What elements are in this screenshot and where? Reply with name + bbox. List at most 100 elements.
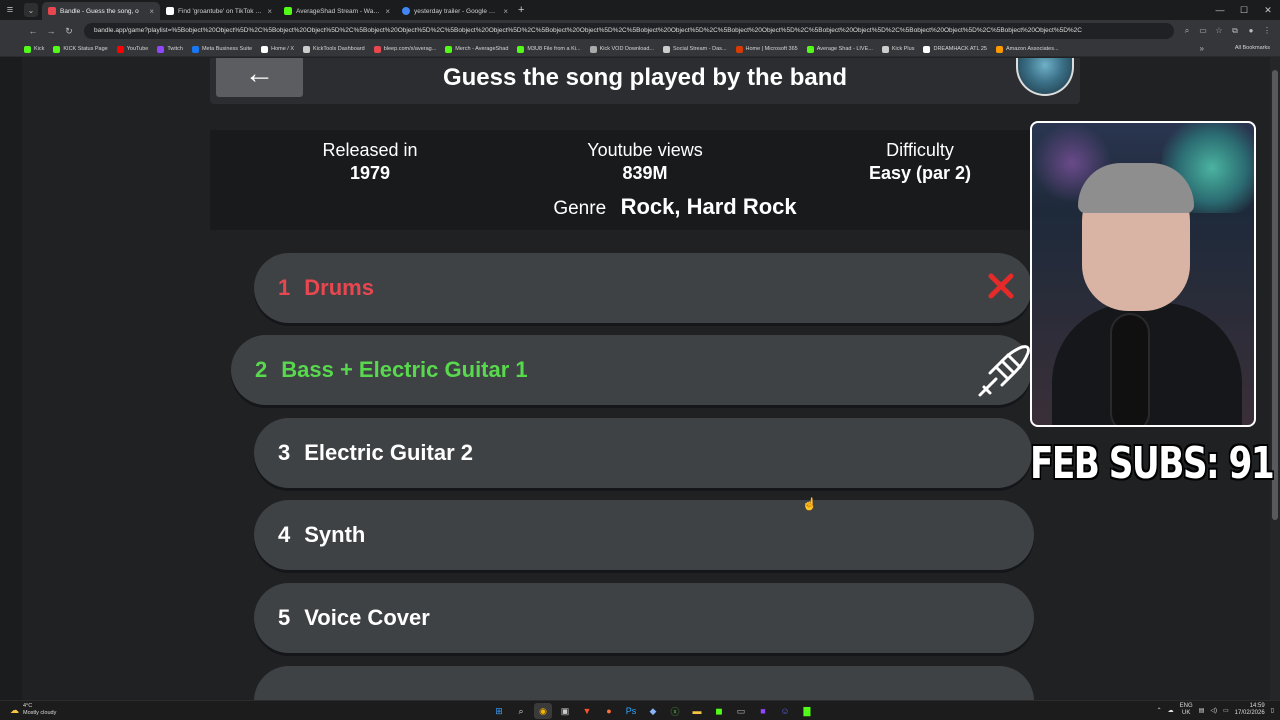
xbox-icon[interactable]: ⓧ [666,703,684,719]
bookmark-label: Home | Microsoft 365 [745,46,798,52]
notification-icon[interactable]: ▯ [1271,707,1274,714]
cast-icon[interactable]: ▭ [1196,26,1210,36]
forward-nav-icon[interactable]: → [42,26,60,36]
bookmark-item[interactable]: Average Shad - LIVE... [806,45,873,53]
window-controls: — ☐ ✕ [1208,0,1280,20]
windows-start-icon[interactable]: ⊞ [490,703,508,719]
taskbar-apps: ⊞ ⌕ ◉ ▣ ▼ ● Ps ◆ ⓧ ▬ ◼ ▭ ■ ☺ ▇ [490,703,816,719]
bookmark-item[interactable]: Home | Microsoft 365 [735,45,798,53]
tab-kick-stream[interactable]: AverageShad Stream - Watch L × [278,2,396,20]
close-tab-icon[interactable]: × [503,7,508,16]
google-favicon-icon [402,7,410,15]
all-bookmarks-button[interactable]: All Bookmarks [1235,45,1270,51]
more-icon[interactable]: ⋮ [1260,26,1274,36]
kick-favicon-icon [284,7,292,15]
track-row-guitar-2[interactable]: 3 Electric Guitar 2 [254,418,1032,488]
discord-icon[interactable]: ☺ [776,703,794,719]
zoom-icon[interactable]: ⌕ [1180,26,1194,36]
chevron-up-icon[interactable]: ⌃ [1157,707,1162,714]
media-icon[interactable]: ▭ [732,703,750,719]
brave-icon[interactable]: ▼ [578,703,596,719]
bookmark-item[interactable]: Merch - AverageShad [445,45,509,53]
tab-google-search[interactable]: yesterday trailer - Google Sear × [396,2,514,20]
network-icon[interactable]: ▤ [1199,707,1205,714]
bookmark-favicon-icon [663,45,671,53]
track-row-next[interactable] [254,666,1034,700]
bookmark-label: M3U8 File from a Ki... [527,46,581,52]
bookmark-item[interactable]: Social Stream - Das... [663,45,727,53]
bookmark-label: DREAMHACK ATL 25 [933,46,987,52]
track-row-bass-guitar[interactable]: 2 Bass + Electric Guitar 1 [231,335,1032,405]
url-input[interactable]: bandle.app/game?playlist=%5Bobject%20Obj… [84,23,1174,39]
back-nav-icon[interactable]: ← [24,26,42,36]
tab-tiktok[interactable]: Find 'groantube' on TikTok | Tik × [160,2,278,20]
bookmark-item[interactable]: Meta Business Suite [191,45,252,53]
close-tab-icon[interactable]: × [149,7,154,16]
cloud-sun-icon: ☁ [10,704,19,715]
tab-bandle[interactable]: Bandle - Guess the song, o × [42,2,160,20]
volume-icon[interactable]: ◁) [1210,707,1217,714]
difficulty-value: Easy (par 2) [868,163,972,183]
profile-icon[interactable]: ● [1244,26,1258,36]
track-row-drums[interactable]: 1 Drums [254,253,1032,323]
bookmark-item[interactable]: KickTools Dashboard [303,45,365,53]
bookmark-favicon-icon [445,45,453,53]
bookmark-label: Merch - AverageShad [455,46,509,52]
close-window-icon[interactable]: ✕ [1256,0,1280,20]
stream-app-icon[interactable]: ◼ [710,703,728,719]
new-tab-icon[interactable]: + [518,4,524,16]
sidebar-rail: ⌂ [0,0,22,700]
bookmark-item[interactable]: Kick Plus [881,45,915,53]
bookmark-label: YouTube [126,46,149,52]
bookmark-item[interactable]: DREAMHACK ATL 25 [923,45,987,53]
photoshop-icon[interactable]: Ps [622,703,640,719]
track-row-synth[interactable]: 4 Synth [254,500,1034,570]
tab-search-icon[interactable]: ⌄ [24,3,38,17]
extensions-icon[interactable]: ⧉ [1228,26,1242,36]
more-bookmarks-icon[interactable]: » [1200,44,1204,53]
address-actions: ⌕ ▭ ☆ ⧉ ● ⋮ [1180,26,1280,36]
chrome-icon[interactable]: ◉ [534,703,552,719]
weather-widget[interactable]: ☁ 4°C Mostly cloudy [10,703,56,717]
bookmark-item[interactable]: Amazon Associates... [995,45,1059,53]
close-tab-icon[interactable]: × [267,7,272,16]
bookmark-label: Kick [34,46,45,52]
firefox-icon[interactable]: ● [600,703,618,719]
bookmark-item[interactable]: bleep.com/x/averag... [373,45,436,53]
folder-icon[interactable]: ▬ [688,703,706,719]
bookmark-label: Kick Plus [891,46,915,52]
kick-icon[interactable]: ▇ [798,703,816,719]
reload-icon[interactable]: ↻ [60,26,78,37]
streamer-hair [1078,163,1194,213]
tab-title: Bandle - Guess the song, o [60,7,139,15]
bookmark-item[interactable]: YouTube [116,45,149,53]
app-icon[interactable]: ◆ [644,703,662,719]
bookmark-label: Average Shad - LIVE... [816,46,873,52]
bookmark-item[interactable]: Kick VOD Download... [589,45,654,53]
bookmark-item[interactable]: KICK Status Page [53,45,108,53]
hand-cursor-icon: ☝ [802,497,817,511]
minimize-icon[interactable]: — [1208,0,1232,20]
clock[interactable]: 14:59 17/02/2026 [1235,703,1265,717]
menu-icon[interactable]: ≡ [0,0,20,20]
bookmark-favicon-icon [261,45,269,53]
search-icon[interactable]: ⌕ [512,703,530,719]
bookmark-item[interactable]: Twitch [157,45,183,53]
record-icon[interactable]: ■ [754,703,772,719]
bookmark-star-icon[interactable]: ☆ [1212,26,1226,36]
bookmark-item[interactable]: Kick [24,45,45,53]
bookmark-favicon-icon [995,45,1003,53]
files-icon[interactable]: ▣ [556,703,574,719]
tab-strip: ≡ ⌄ Bandle - Guess the song, o × Find 'g… [0,0,1280,20]
close-tab-icon[interactable]: × [385,7,390,16]
bookmark-item[interactable]: M3U8 File from a Ki... [517,45,581,53]
maximize-icon[interactable]: ☐ [1232,0,1256,20]
bookmark-item[interactable]: Home / X [261,45,294,53]
tiktok-favicon-icon [166,7,174,15]
track-row-voice-cover[interactable]: 5 Voice Cover [254,583,1034,653]
cloud-icon[interactable]: ☁ [1168,707,1174,714]
language-indicator[interactable]: ENG UK [1180,703,1193,717]
tab-title: Find 'groantube' on TikTok | Tik [178,7,264,15]
battery-icon[interactable]: ▭ [1223,707,1229,714]
bookmark-favicon-icon [53,45,61,53]
